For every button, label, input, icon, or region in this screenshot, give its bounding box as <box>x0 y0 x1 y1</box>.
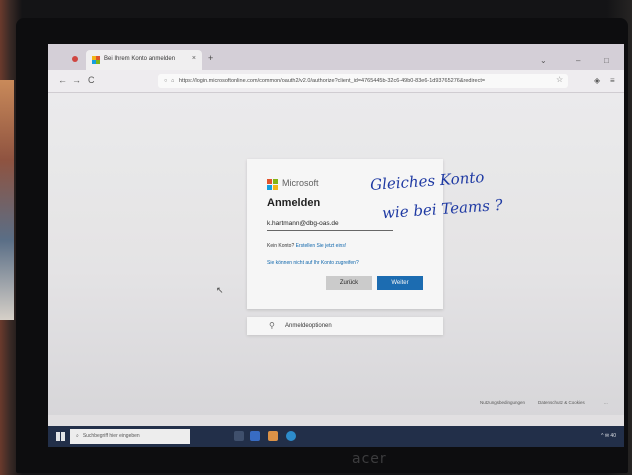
back-button[interactable]: Zurück <box>326 276 372 290</box>
brand-name: Microsoft <box>282 178 319 188</box>
no-account-label: Kein Konto? <box>267 243 296 249</box>
tab-close-icon[interactable]: × <box>192 55 196 62</box>
shield-icon: ○ <box>164 78 168 84</box>
terms-link[interactable]: Nutzungsbedingungen <box>480 400 525 405</box>
next-button[interactable]: Weiter <box>377 276 423 290</box>
background-object <box>0 80 14 320</box>
windows-taskbar: ⌕ Suchbegriff hier eingeben ^ ✉ 40 <box>48 426 624 447</box>
search-icon: ⌕ <box>76 433 79 439</box>
microsoft-favicon-icon <box>92 56 100 64</box>
signin-options-label: Anmeldeoptionen <box>285 323 332 329</box>
browser-tab[interactable]: Bei Ihrem Konto anmelden × <box>86 50 202 70</box>
file-explorer-icon[interactable] <box>250 431 260 441</box>
forward-icon[interactable]: → <box>72 75 81 85</box>
cant-access-link[interactable]: Sie können nicht auf Ihr Konto zugreifen… <box>267 260 359 266</box>
tab-title: Bei Ihrem Konto anmelden <box>104 56 176 62</box>
no-account-text: Kein Konto? Erstellen Sie jetzt eins! <box>267 243 346 249</box>
back-icon[interactable]: ← <box>58 75 67 85</box>
taskbar-search-placeholder: Suchbegriff hier eingeben <box>82 433 140 439</box>
maximize-icon[interactable]: □ <box>604 56 609 65</box>
address-bar[interactable]: ○ ⌂ https://login.microsoftonline.com/comm… <box>158 74 568 88</box>
laptop-screen: Bei Ihrem Konto anmelden × + ⌄ – □ ← → C… <box>48 44 624 447</box>
record-icon <box>72 56 78 62</box>
shield-toolbar-icon[interactable]: ◈ <box>594 76 600 85</box>
signin-options-button[interactable]: ⚲ Anmeldeoptionen <box>247 317 443 335</box>
mouse-cursor-icon: ↖ <box>216 285 224 295</box>
acer-logo: acer <box>352 451 387 467</box>
signin-heading: Anmelden <box>267 197 321 209</box>
windows-start-icon[interactable] <box>56 432 65 441</box>
browser-nav-bar: ← → C ○ ⌂ https://login.microsoftonline.co… <box>48 70 624 93</box>
chevron-down-icon[interactable]: ⌄ <box>540 56 547 65</box>
email-field[interactable] <box>267 216 393 231</box>
create-account-link[interactable]: Erstellen Sie jetzt eins! <box>296 243 347 249</box>
new-tab-button[interactable]: + <box>208 53 213 63</box>
microsoft-logo-icon <box>267 179 279 191</box>
menu-icon[interactable]: ≡ <box>610 76 615 85</box>
login-page: Microsoft Anmelden Kein Konto? Erstellen… <box>48 93 624 415</box>
url-text: https://login.microsoftonline.com/common… <box>179 78 486 84</box>
taskbar-search[interactable]: ⌕ Suchbegriff hier eingeben <box>70 429 190 444</box>
minimize-icon[interactable]: – <box>576 56 580 65</box>
more-link[interactable]: ... <box>604 400 608 405</box>
bookmark-star-icon[interactable]: ☆ <box>556 75 563 84</box>
privacy-link[interactable]: Datenschutz & Cookies <box>538 400 585 405</box>
firefox-icon[interactable] <box>268 431 278 441</box>
key-icon: ⚲ <box>269 321 275 330</box>
edge-icon[interactable] <box>286 431 296 441</box>
task-view-icon[interactable] <box>234 431 244 441</box>
lock-icon: ⌂ <box>171 78 175 84</box>
reload-icon[interactable]: C <box>88 75 95 85</box>
system-tray[interactable]: ^ ✉ 40 <box>601 433 616 439</box>
browser-tab-bar: Bei Ihrem Konto anmelden × + ⌄ – □ <box>48 44 624 70</box>
